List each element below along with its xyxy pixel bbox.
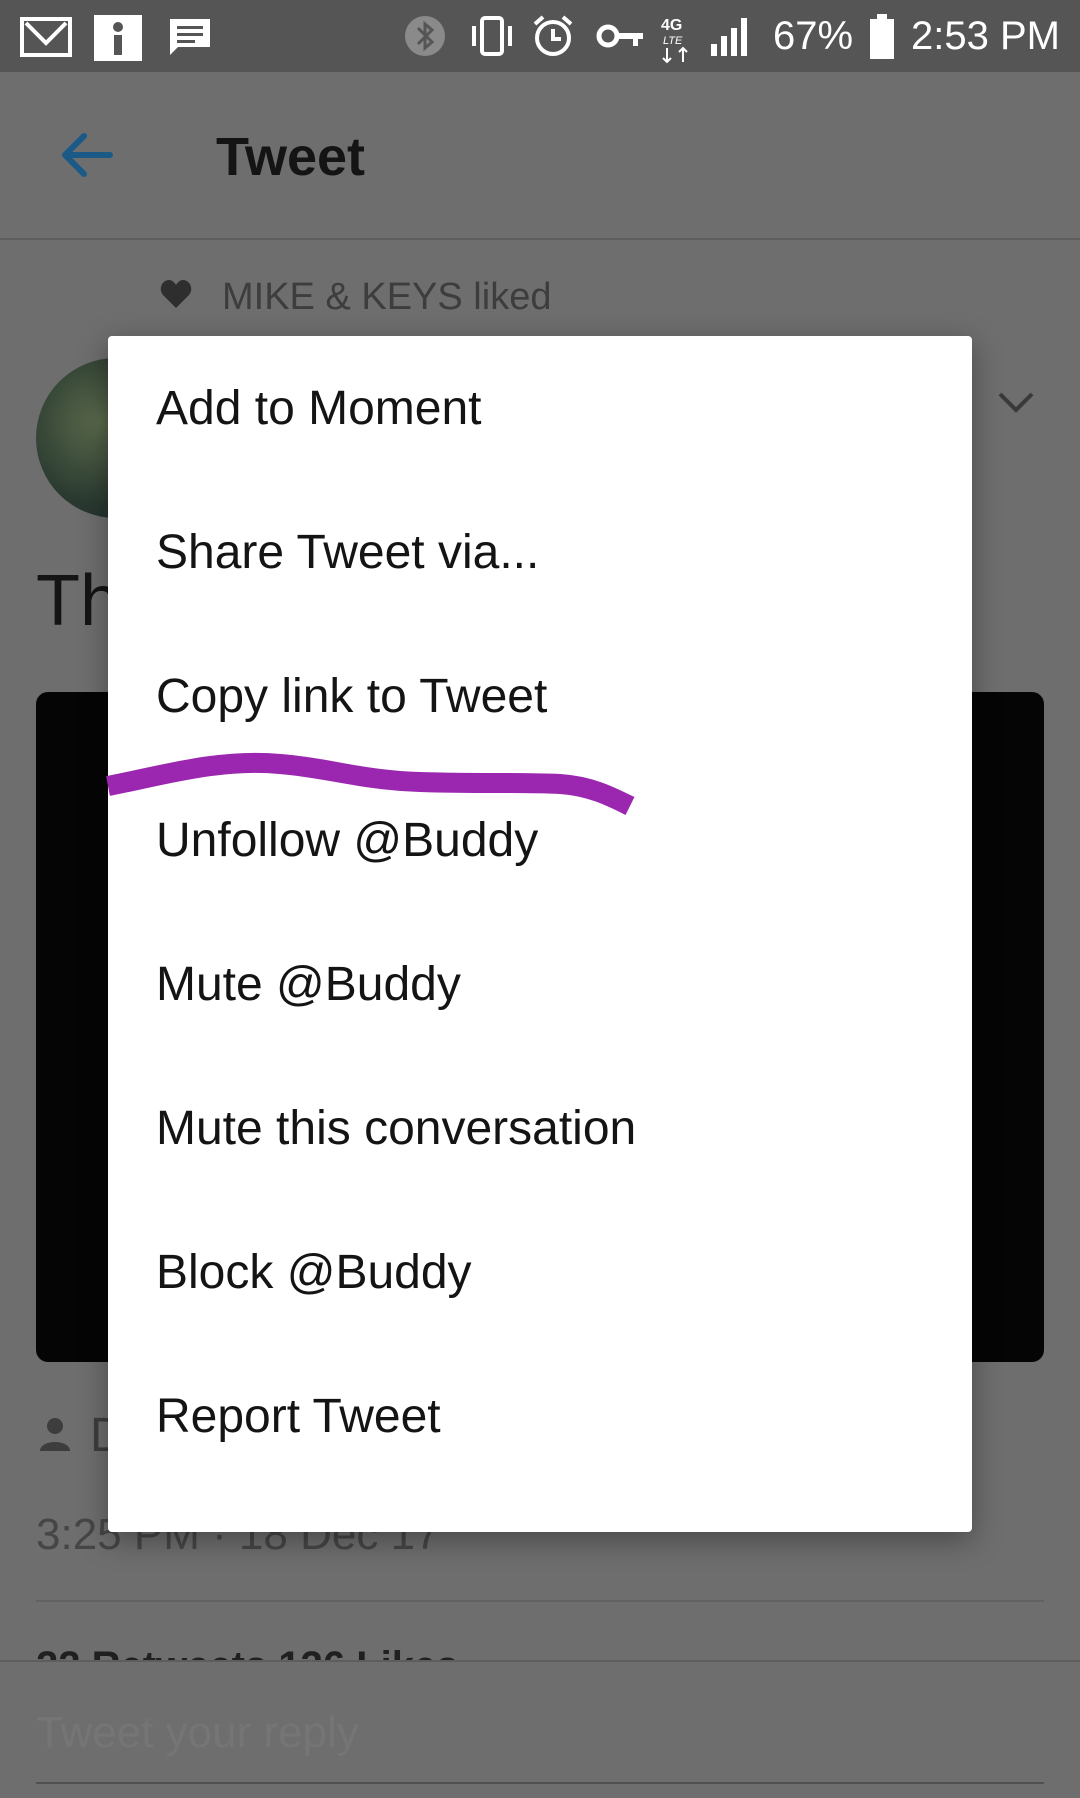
app-toolbar: Tweet (0, 72, 1080, 240)
person-icon (40, 1408, 70, 1463)
vpn-key-icon (595, 14, 643, 58)
bluetooth-icon (403, 14, 451, 58)
menu-item-mute-conversation[interactable]: Mute this conversation (108, 1056, 972, 1200)
alarm-icon (531, 14, 579, 58)
divider (36, 1600, 1044, 1602)
info-app-icon (94, 15, 142, 61)
battery-percent: 67% (772, 13, 854, 58)
4g-lte-icon: 4G LTE (659, 14, 693, 64)
page-title: Tweet (216, 127, 366, 187)
network-label: 4G (661, 17, 682, 34)
menu-item-unfollow[interactable]: Unfollow @Buddy (108, 768, 972, 912)
liked-by-text: MIKE & KEYS liked (222, 275, 552, 318)
reply-input[interactable] (36, 1698, 1044, 1768)
tweet-options-menu: Add to Moment Share Tweet via... Copy li… (108, 336, 972, 1532)
clock: 2:53 PM (911, 13, 1060, 58)
menu-item-share-tweet-via[interactable]: Share Tweet via... (108, 480, 972, 624)
reply-bar (0, 1660, 1080, 1798)
signal-icon (709, 14, 757, 58)
social-context: MIKE & KEYS liked (160, 272, 551, 322)
vibrate-icon (467, 14, 515, 58)
heart-icon (160, 276, 192, 319)
menu-item-copy-link[interactable]: Copy link to Tweet (108, 624, 972, 768)
menu-item-block[interactable]: Block @Buddy (108, 1200, 972, 1344)
menu-item-mute-user[interactable]: Mute @Buddy (108, 912, 972, 1056)
message-icon (168, 15, 216, 59)
gmail-icon (20, 15, 72, 59)
battery-icon (869, 14, 895, 59)
menu-item-report-tweet[interactable]: Report Tweet (108, 1344, 972, 1488)
svg-text:LTE: LTE (663, 35, 683, 47)
menu-item-add-to-moment[interactable]: Add to Moment (108, 336, 972, 480)
status-bar: 4G LTE 67% 2:53 PM (0, 0, 1080, 72)
reply-underline (36, 1782, 1044, 1784)
chevron-down-icon[interactable] (994, 380, 1038, 424)
arrow-left-icon[interactable] (54, 122, 120, 188)
